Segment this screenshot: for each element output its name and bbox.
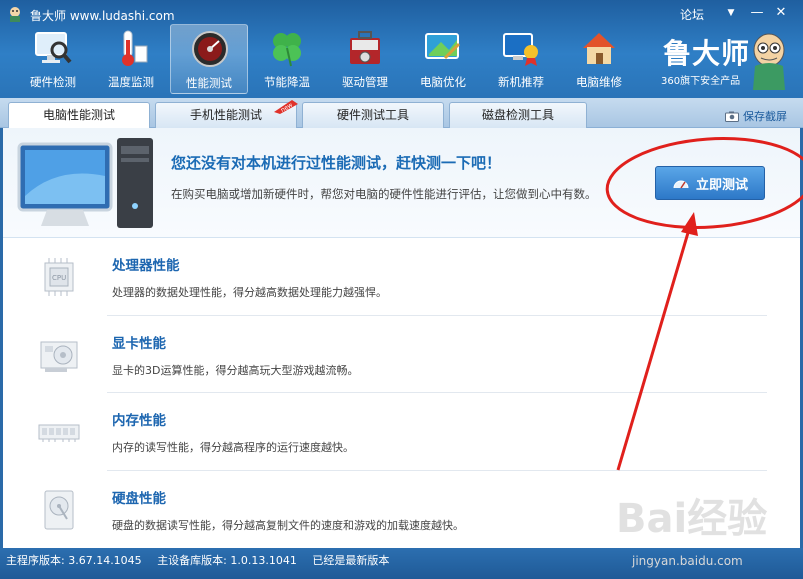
mascot-icon (753, 33, 785, 90)
nav-label: 节能降温 (264, 75, 310, 89)
tab-pc-performance[interactable]: 电脑性能测试 (8, 102, 150, 129)
memory-icon (38, 424, 80, 442)
nav-driver-management[interactable]: 驱动管理 (326, 24, 404, 94)
perf-item-gpu: 显卡性能 显卡的3D运算性能，得分越高玩大型游戏越流畅。 (3, 316, 800, 394)
perf-item-memory: 内存性能 内存的读写性能，得分越高程序的运行速度越快。 (3, 393, 800, 471)
nav-pc-optimization[interactable]: 电脑优化 (404, 24, 482, 94)
banner-description: 在购买电脑或增加新硬件时，帮您对电脑的硬件性能进行评估，让您做到心中有数。 (171, 187, 597, 201)
tab-disk-tools[interactable]: 磁盘检测工具 (449, 102, 587, 128)
save-screenshot-button[interactable]: 保存截屏 (725, 108, 787, 124)
nav-energy-saving[interactable]: 节能降温 (248, 24, 326, 94)
cpu-icon: CPU (44, 258, 74, 296)
close-button[interactable]: ✕ (771, 4, 791, 22)
brand-name: 鲁大师 (663, 37, 751, 70)
perf-title-cpu: 处理器性能 (112, 258, 180, 274)
main-version: 主程序版本: 3.67.14.1045 (6, 554, 142, 567)
gauge-icon (673, 180, 689, 189)
app-logo-icon (10, 7, 20, 22)
perf-desc-cpu: 处理器的数据处理性能，得分越高数据处理能力越强悍。 (112, 286, 387, 299)
camera-icon (725, 111, 739, 122)
update-status: 已经是最新版本 (312, 554, 390, 567)
svg-text:CPU: CPU (52, 274, 66, 282)
nav-label: 硬件检测 (30, 75, 76, 89)
test-banner: 您还没有对本机进行过性能测试，赶快测一下吧！ 在购买电脑或增加新硬件时，帮您对电… (3, 128, 800, 238)
banner-title: 您还没有对本机进行过性能测试，赶快测一下吧！ (171, 154, 502, 172)
toolbox-icon (350, 31, 380, 64)
thermometer-icon (122, 30, 148, 66)
nav-label: 电脑优化 (420, 75, 466, 89)
start-test-button[interactable]: 立即测试 (655, 166, 765, 200)
hard-disk-icon (44, 490, 74, 530)
tab-bar: 电脑性能测试 手机性能测试 硬件测试工具 磁盘检测工具 (0, 98, 803, 129)
perf-title-memory: 内存性能 (112, 413, 166, 429)
clover-icon (273, 33, 301, 67)
nav-pc-repair[interactable]: 电脑维修 (560, 24, 638, 94)
screen-brush-icon (425, 33, 461, 60)
nav-label: 驱动管理 (342, 75, 388, 89)
tab-hardware-tools[interactable]: 硬件测试工具 (302, 102, 444, 128)
nav-temperature[interactable]: 温度监测 (92, 24, 170, 94)
forum-link[interactable]: 论坛 (680, 6, 704, 23)
menu-dropdown-icon[interactable]: ▼ (721, 4, 741, 22)
graphics-card-icon (40, 341, 78, 372)
nav-label: 电脑维修 (576, 75, 622, 89)
nav-hardware-detect[interactable]: 硬件检测 (14, 24, 92, 94)
perf-desc-gpu: 显卡的3D运算性能，得分越高玩大型游戏越流畅。 (112, 364, 359, 377)
new-badge-icon: new (274, 100, 298, 114)
nav-label: 温度监测 (108, 75, 154, 89)
speedometer-icon (192, 31, 228, 67)
brand-logo: 鲁大师 360旗下安全产品 (655, 30, 795, 94)
watermark-url: jingyan.baidu.com (632, 554, 743, 568)
nav-label: 新机推荐 (498, 75, 544, 89)
perf-desc-harddisk: 硬盘的数据读写性能，得分越高复制文件的速度和游戏的加载速度越快。 (112, 519, 464, 532)
window-title: 鲁大师 www.ludashi.com (30, 9, 175, 23)
perf-desc-memory: 内存的读写性能，得分越高程序的运行速度越快。 (112, 441, 354, 454)
nav-new-pc-recommend[interactable]: 新机推荐 (482, 24, 560, 94)
brand-subtitle: 360旗下安全产品 (661, 76, 741, 87)
nav-performance-test[interactable]: 性能测试 (170, 24, 248, 94)
device-db-version: 主设备库版本: 1.0.13.1041 (157, 554, 297, 567)
watermark-logo-text: Bai经验 (616, 496, 767, 542)
minimize-button[interactable]: — (747, 4, 767, 22)
baidu-watermark-logo: Bai经验 (616, 496, 767, 542)
house-icon (583, 33, 615, 64)
perf-title-gpu: 显卡性能 (112, 336, 166, 352)
start-test-label: 立即测试 (695, 177, 748, 193)
nav-label: 性能测试 (186, 76, 232, 90)
main-nav: 硬件检测 温度监测 性能测试 节能降温 驱动管理 电脑优化 新机推荐 电脑维修 (14, 24, 638, 94)
monitor-magnifier-icon (35, 32, 72, 64)
save-screenshot-label: 保存截屏 (743, 110, 787, 123)
perf-item-cpu: CPU 处理器性能 处理器的数据处理性能，得分越高数据处理能力越强悍。 (3, 238, 800, 316)
perf-title-harddisk: 硬盘性能 (112, 491, 166, 507)
title-toolbar: 鲁大师 www.ludashi.com 论坛 ▼ — ✕ 硬件检测 温度监测 性… (0, 0, 803, 98)
monitor-award-icon (503, 33, 538, 66)
computer-illustration-icon (17, 138, 153, 228)
